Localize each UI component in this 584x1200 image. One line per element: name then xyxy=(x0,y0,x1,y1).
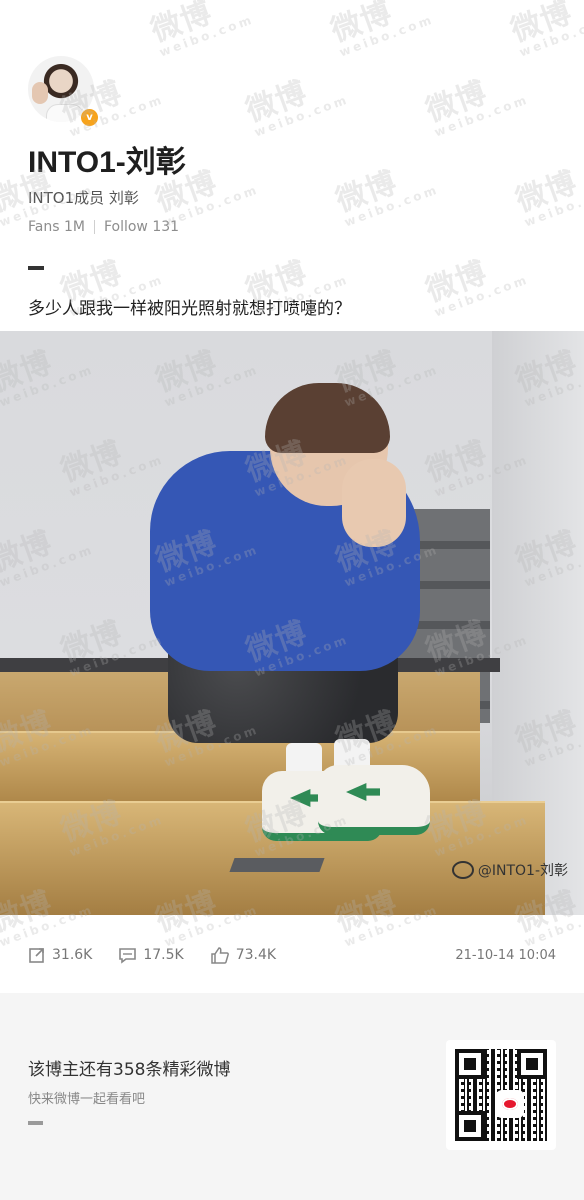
weibo-watermark: 微博 weibo.com xyxy=(421,254,531,320)
like-count: 73.4K xyxy=(235,947,277,963)
photo-person-hair xyxy=(265,383,390,453)
like-icon xyxy=(210,947,229,964)
fans-count: 1M xyxy=(63,219,85,235)
comment-count: 17.5K xyxy=(143,947,184,963)
sneaker-arrow-mark xyxy=(346,783,380,801)
post-timestamp: 21-10-14 10:04 xyxy=(455,947,556,963)
fans-stat[interactable]: Fans 1M xyxy=(28,219,85,235)
photo-person-hands xyxy=(342,459,406,547)
qr-pattern xyxy=(455,1049,547,1141)
fans-label: Fans xyxy=(28,219,60,235)
verified-badge-icon: v xyxy=(79,107,100,128)
weibo-watermark: 微博 weibo.com xyxy=(241,74,351,140)
footer-promo: 该博主还有358条精彩微博 快来微博一起看看吧 xyxy=(0,993,584,1200)
weibo-logo-icon xyxy=(496,1090,524,1118)
profile-nickname[interactable]: INTO1-刘彰 xyxy=(28,137,186,181)
like-button[interactable]: 73.4K xyxy=(210,946,276,964)
comment-button[interactable]: 17.5K xyxy=(118,946,184,964)
photo-tape-strip xyxy=(229,858,325,872)
repost-count: 31.6K xyxy=(52,947,93,963)
follow-stat[interactable]: Follow 131 xyxy=(104,219,179,235)
photo-sneaker xyxy=(318,765,430,835)
profile-subtitle: INTO1成员 刘彰 xyxy=(28,189,139,207)
footer-divider xyxy=(28,1121,43,1125)
footer-title: 该博主还有358条精彩微博 xyxy=(28,1060,231,1080)
profile-stats: Fans 1M Follow 131 xyxy=(28,219,179,235)
section-divider xyxy=(28,266,44,270)
stats-divider xyxy=(93,220,95,234)
weibo-watermark: 微博 weibo.com xyxy=(506,0,584,60)
weibo-logo-icon xyxy=(451,861,474,879)
post-actions: 31.6K 17.5K 73.4K 21-10-14 10:04 xyxy=(28,944,556,966)
footer-subtitle: 快来微博一起看看吧 xyxy=(28,1092,146,1107)
weibo-watermark: 微博 weibo.com xyxy=(146,0,256,60)
weibo-watermark: 微博 weibo.com xyxy=(331,164,441,230)
weibo-watermark: 微博 weibo.com xyxy=(511,164,584,230)
image-watermark: @INTO1-刘彰 xyxy=(451,860,568,880)
image-watermark-text: @INTO1-刘彰 xyxy=(477,863,568,879)
follow-count: 131 xyxy=(152,219,180,235)
repost-icon xyxy=(29,948,44,963)
qr-finder xyxy=(517,1049,547,1079)
weibo-watermark: 微博 weibo.com xyxy=(421,74,531,140)
comment-icon xyxy=(119,948,137,964)
qr-finder xyxy=(455,1049,485,1079)
follow-label: Follow xyxy=(103,219,148,235)
repost-button[interactable]: 31.6K xyxy=(28,946,92,964)
qr-finder xyxy=(455,1111,485,1141)
weibo-watermark: 微博 weibo.com xyxy=(326,0,436,60)
post-image[interactable] xyxy=(0,331,584,915)
qr-code[interactable] xyxy=(446,1040,556,1150)
avatar-hand-shape xyxy=(32,82,48,104)
post-text: 多少人跟我一样被阳光照射就想打喷嚏的？ xyxy=(28,299,351,319)
